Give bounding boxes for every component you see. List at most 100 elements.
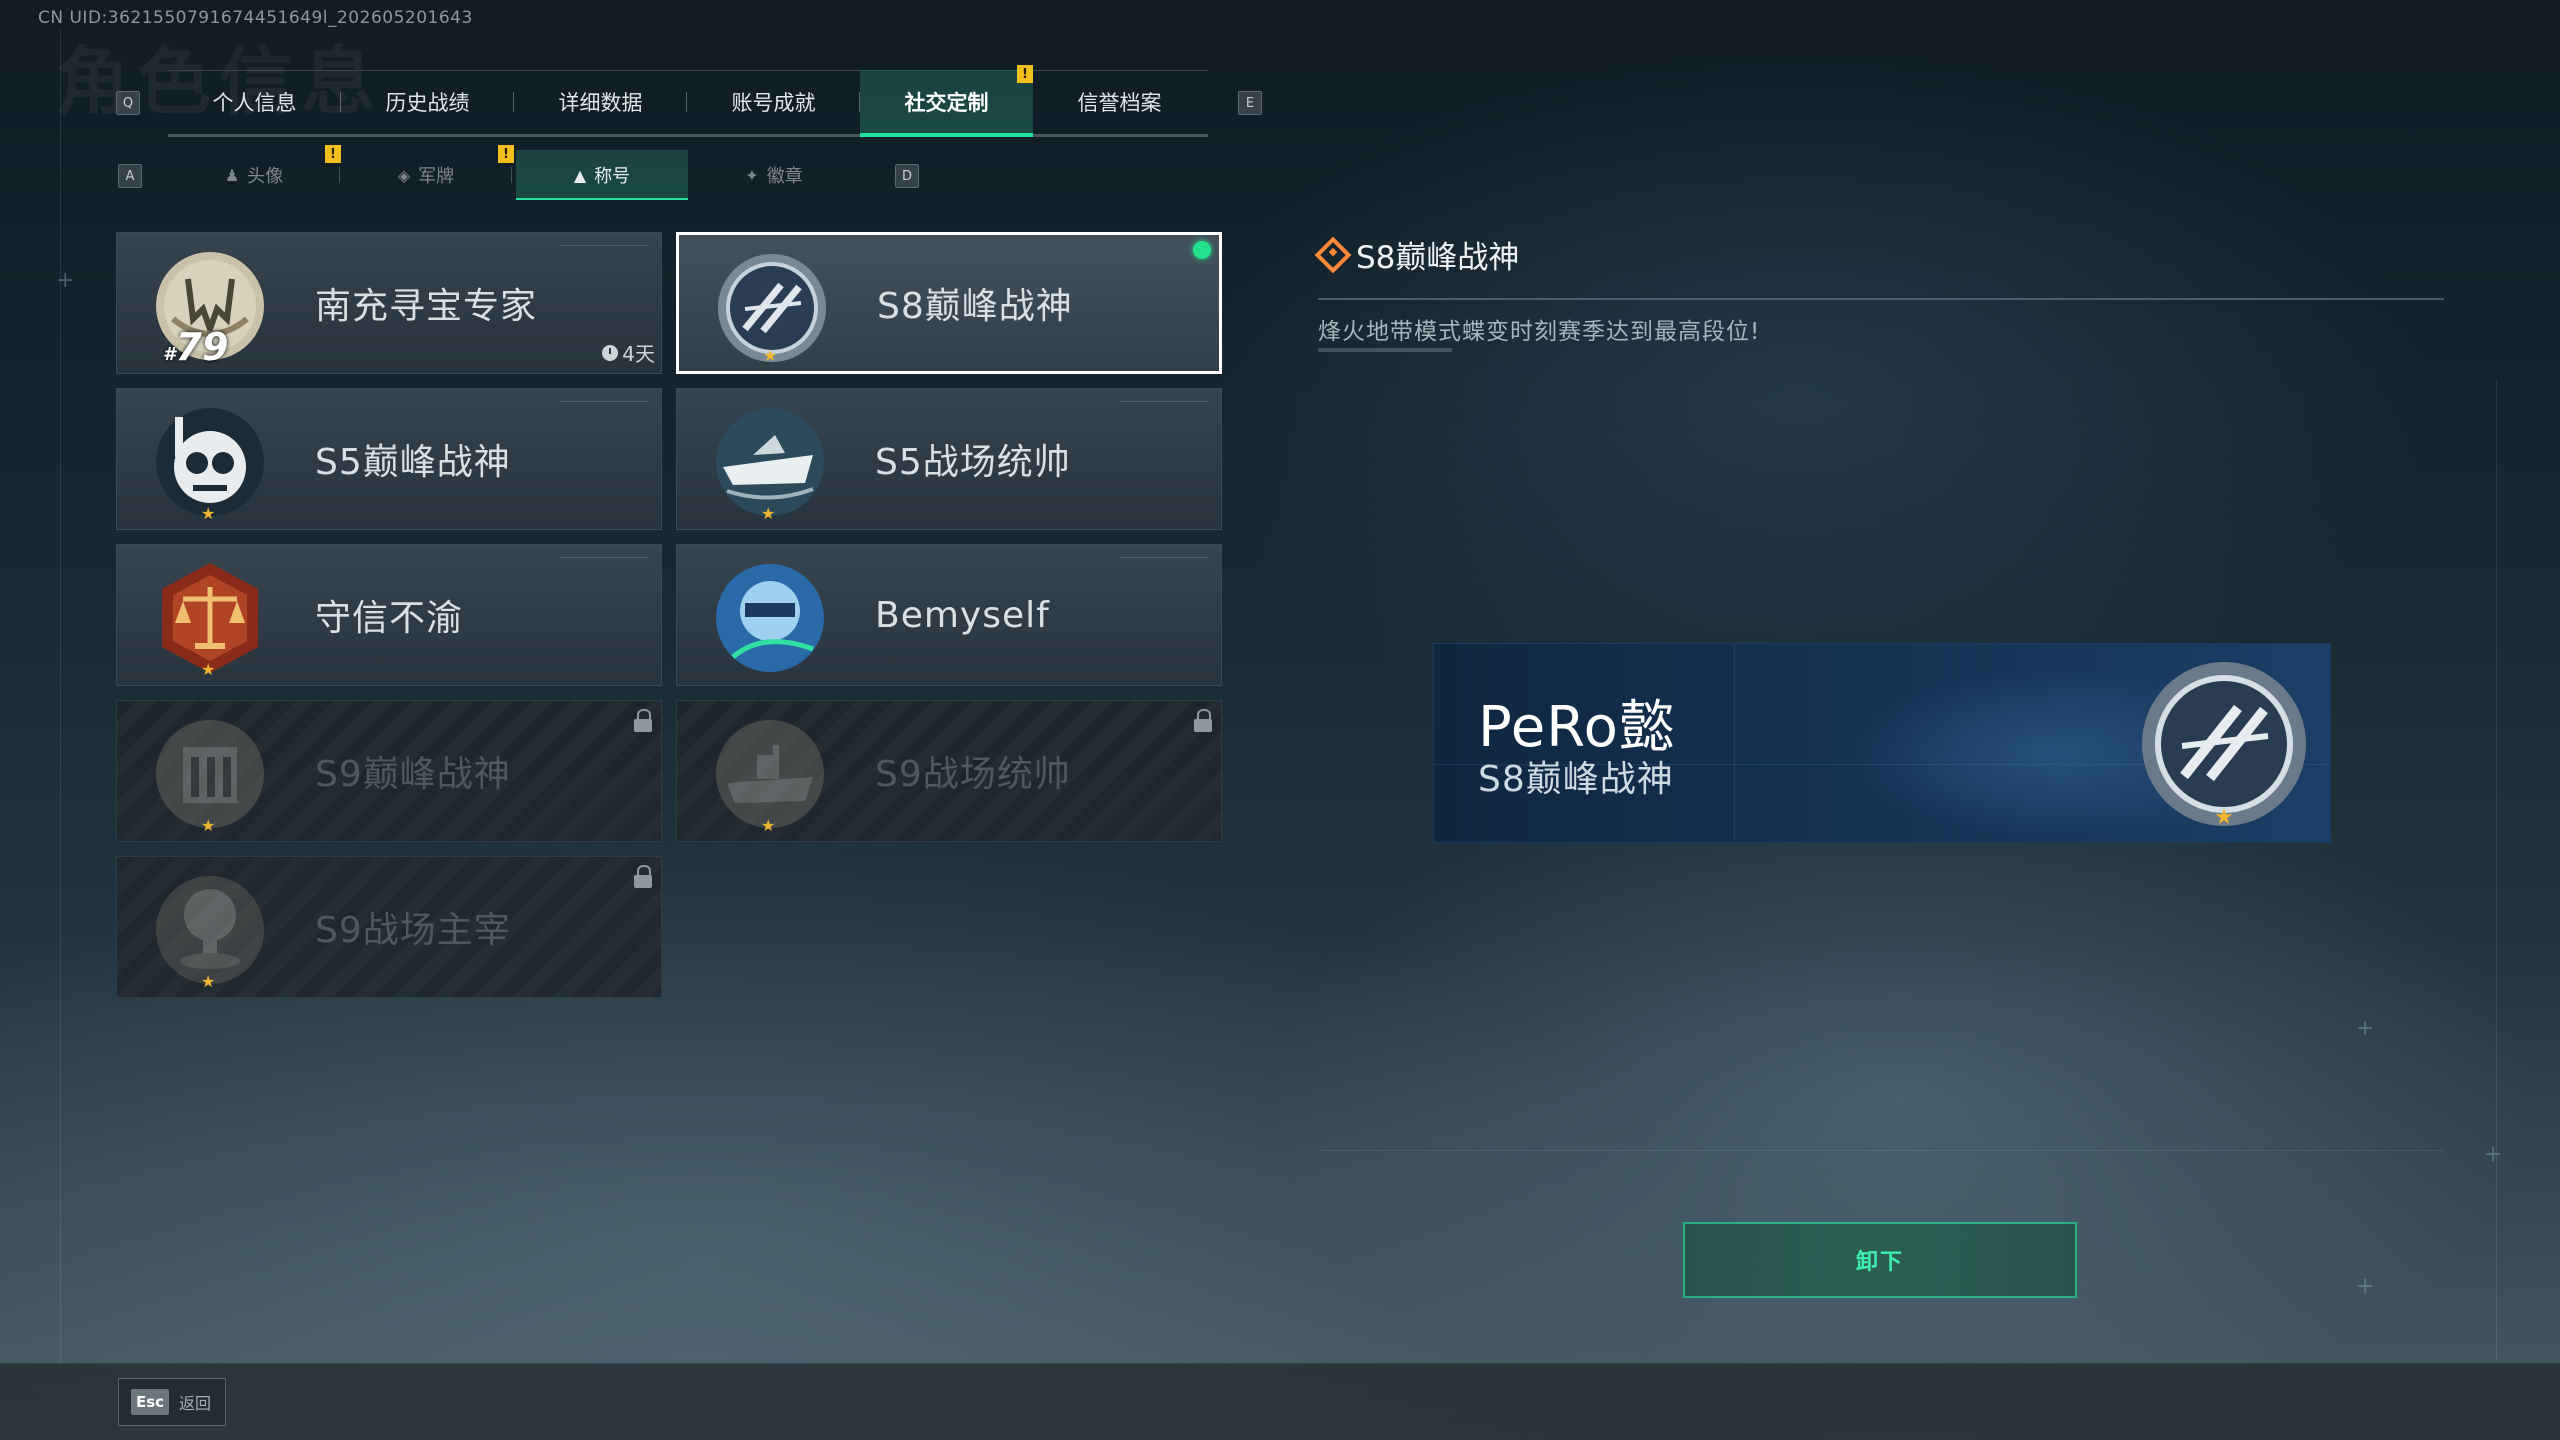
tab-label: 个人信息 (212, 91, 297, 115)
star-icon: ★ (761, 816, 776, 835)
prev-subtab-key[interactable]: A (118, 164, 142, 188)
hud-line (1119, 401, 1209, 402)
tab-match-history[interactable]: 历史战绩 (341, 70, 514, 134)
deco-line (2496, 380, 2497, 1360)
hud-line (559, 557, 649, 558)
star-icon: ★ (761, 504, 776, 523)
title-card[interactable]: ★ S5战场统帅 (676, 388, 1222, 530)
time-remaining: 4天 (602, 338, 655, 367)
star-icon: ★ (201, 504, 216, 523)
notification-badge: ! (1017, 65, 1033, 83)
bottom-bar (0, 1363, 2560, 1440)
title-card-selected[interactable]: ★ S8巅峰战神 (676, 232, 1222, 374)
subtab-label: 军牌 (418, 166, 455, 187)
scales-of-justice-emblem-icon (162, 563, 258, 673)
notification-badge: ! (498, 145, 514, 163)
tab-label: 社交定制 (904, 91, 989, 115)
title-preview-card: PeRo懿 S8巅峰战神 ★ (1433, 643, 2331, 843)
main-tab-bar: 个人信息 历史战绩 详细数据 账号成就 社交定制 信誉档案 (168, 70, 1208, 137)
detail-title: S8巅峰战神 (1356, 240, 1520, 276)
rank-value: 79 (175, 325, 229, 369)
diamond-icon (1314, 236, 1352, 273)
preview-title: S8巅峰战神 (1478, 759, 1674, 800)
title-name: S9战场主宰 (315, 910, 511, 951)
esc-key: Esc (131, 1389, 169, 1415)
title-card[interactable]: Bemyself (676, 544, 1222, 686)
sub-tab-bar: ♟ 头像 ◈ 军牌 ▲ 称号 ✦ 徽章 (168, 150, 868, 200)
star-icon: ★ (201, 660, 216, 679)
s9-battlefield-commander-emblem-icon (716, 720, 824, 828)
star-icon: ★ (201, 816, 216, 835)
s8-peak-emblem-icon: ★ (2142, 662, 2306, 830)
s9-battlefield-dominator-emblem-icon (156, 876, 264, 984)
title-card[interactable]: #79 南充寻宝专家 4天 (116, 232, 662, 374)
badge-icon: ✦ (745, 165, 759, 185)
diver-skull-emblem-icon (156, 408, 264, 516)
subtab-avatar[interactable]: ♟ 头像 (168, 150, 340, 200)
crosshair-icon: + (2356, 1274, 2375, 1299)
detail-description: 烽火地带模式蝶变时刻赛季达到最高段位! (1318, 319, 1761, 345)
subtab-badge[interactable]: ✦ 徽章 (688, 150, 860, 200)
title-card-locked[interactable]: ★ S9巅峰战神 (116, 700, 662, 842)
crosshair-icon: + (56, 268, 75, 293)
star-icon: ★ (201, 972, 216, 991)
title-name: S5巅峰战神 (315, 442, 511, 483)
timer-value: 4天 (622, 342, 655, 366)
tab-label: 详细数据 (558, 91, 643, 115)
rank-prefix: # (163, 344, 176, 365)
tab-label: 账号成就 (731, 91, 816, 115)
person-icon: ♟ (224, 165, 240, 185)
star-icon: ★ (763, 346, 778, 365)
title-name: 守信不渝 (315, 598, 464, 639)
svg-text:★: ★ (2214, 805, 2234, 830)
tab-social-customization[interactable]: 社交定制 (860, 70, 1033, 137)
divider (511, 167, 512, 183)
title-card-locked[interactable]: ★ S9战场主宰 (116, 856, 662, 998)
title-name: 南充寻宝专家 (315, 286, 538, 327)
tab-label: 历史战绩 (385, 91, 470, 115)
title-icon: ▲ (573, 165, 587, 185)
detail-divider (1318, 298, 2444, 300)
deco-line (1318, 1150, 2444, 1151)
title-name: S8巅峰战神 (877, 286, 1073, 327)
detail-subline (1318, 348, 1452, 352)
subtab-label: 徽章 (766, 166, 803, 187)
title-card[interactable]: ★ S5巅峰战神 (116, 388, 662, 530)
equipped-indicator (1193, 241, 1211, 259)
subtab-dogtag[interactable]: ◈ 军牌 (340, 150, 512, 200)
lock-icon (633, 865, 653, 889)
crosshair-icon: + (2356, 1016, 2375, 1041)
dogtag-icon: ◈ (397, 165, 411, 185)
tab-achievements[interactable]: 账号成就 (687, 70, 860, 134)
crosshair-icon: + (2484, 1142, 2503, 1167)
bemyself-emblem-icon (716, 564, 824, 672)
unequip-button[interactable]: 卸下 (1683, 1222, 2077, 1298)
notification-badge: ! (325, 145, 341, 163)
lock-icon (633, 709, 653, 733)
subtab-title[interactable]: ▲ 称号 (516, 150, 688, 200)
clock-icon (602, 344, 619, 361)
subtab-label: 头像 (247, 166, 284, 187)
next-subtab-key[interactable]: D (895, 164, 919, 188)
tab-detailed-data[interactable]: 详细数据 (514, 70, 687, 134)
title-card[interactable]: ★ 守信不渝 (116, 544, 662, 686)
tab-label: 信誉档案 (1077, 91, 1162, 115)
hud-line (1119, 557, 1209, 558)
s9-peak-emblem-icon (156, 720, 264, 828)
detail-header: S8巅峰战神 (1314, 232, 1520, 277)
deco-line (60, 30, 61, 1390)
hud-line (559, 401, 649, 402)
tab-personal-info[interactable]: 个人信息 (168, 70, 341, 134)
speedboat-emblem-icon (716, 408, 824, 516)
back-button[interactable]: Esc 返回 (118, 1378, 226, 1426)
rank-number: #79 (163, 325, 228, 369)
back-label: 返回 (179, 1394, 212, 1413)
next-tab-key[interactable]: E (1238, 91, 1262, 115)
hud-line (559, 245, 649, 246)
title-card-locked[interactable]: ★ S9战场统帅 (676, 700, 1222, 842)
lock-icon (1193, 709, 1213, 733)
preview-grid (1734, 644, 1735, 842)
prev-tab-key[interactable]: Q (116, 91, 140, 115)
tab-credit-profile[interactable]: 信誉档案 (1033, 70, 1206, 134)
title-name: S5战场统帅 (875, 442, 1071, 483)
